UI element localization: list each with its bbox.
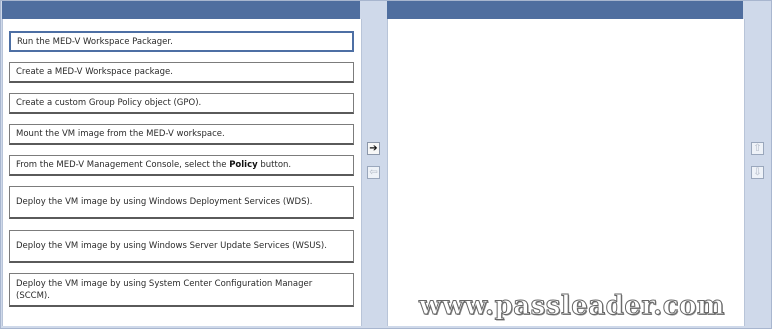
arrow-up-icon: ⇧	[753, 142, 762, 154]
arrow-right-icon: ➔	[369, 142, 378, 154]
drag-drop-question: Run the MED-V Workspace Packager. Create…	[0, 0, 772, 329]
policy-bold-text: Policy	[229, 160, 258, 170]
answer-list[interactable]	[387, 19, 745, 326]
move-left-button[interactable]: ⇦	[367, 166, 380, 179]
move-down-button[interactable]: ⇩	[751, 166, 764, 179]
source-item-deploy-sccm[interactable]: Deploy the VM image by using System Cent…	[9, 273, 354, 307]
answer-list-header	[387, 1, 743, 19]
arrow-left-icon: ⇦	[369, 166, 378, 178]
source-item-label: Run the MED-V Workspace Packager.	[17, 36, 173, 47]
source-item-run-packager[interactable]: Run the MED-V Workspace Packager.	[9, 31, 354, 52]
move-right-button[interactable]: ➔	[367, 142, 380, 155]
source-item-select-policy[interactable]: From the MED-V Management Console, selec…	[9, 155, 354, 176]
source-list-header	[2, 1, 360, 19]
arrow-down-icon: ⇩	[753, 166, 762, 178]
watermark-text: www.passleader.com	[419, 291, 725, 322]
source-item-label: Deploy the VM image by using System Cent…	[16, 278, 313, 301]
source-item-mount-vm-image[interactable]: Mount the VM image from the MED-V worksp…	[9, 124, 354, 145]
source-item-label: Create a MED-V Workspace package.	[16, 67, 173, 77]
source-item-label: Create a custom Group Policy object (GPO…	[16, 98, 202, 108]
source-item-create-package[interactable]: Create a MED-V Workspace package.	[9, 62, 354, 83]
source-item-label: Mount the VM image from the MED-V worksp…	[16, 129, 225, 139]
source-item-deploy-wds[interactable]: Deploy the VM image by using Windows Dep…	[9, 186, 354, 219]
source-item-label: Deploy the VM image by using Windows Dep…	[16, 197, 313, 207]
source-item-label: Deploy the VM image by using Windows Ser…	[16, 241, 327, 251]
source-list: Run the MED-V Workspace Packager. Create…	[2, 19, 362, 326]
source-item-label: From the MED-V Management Console, selec…	[16, 160, 292, 170]
source-item-create-gpo[interactable]: Create a custom Group Policy object (GPO…	[9, 93, 354, 114]
move-up-button[interactable]: ⇧	[751, 142, 764, 155]
source-item-deploy-wsus[interactable]: Deploy the VM image by using Windows Ser…	[9, 230, 354, 263]
